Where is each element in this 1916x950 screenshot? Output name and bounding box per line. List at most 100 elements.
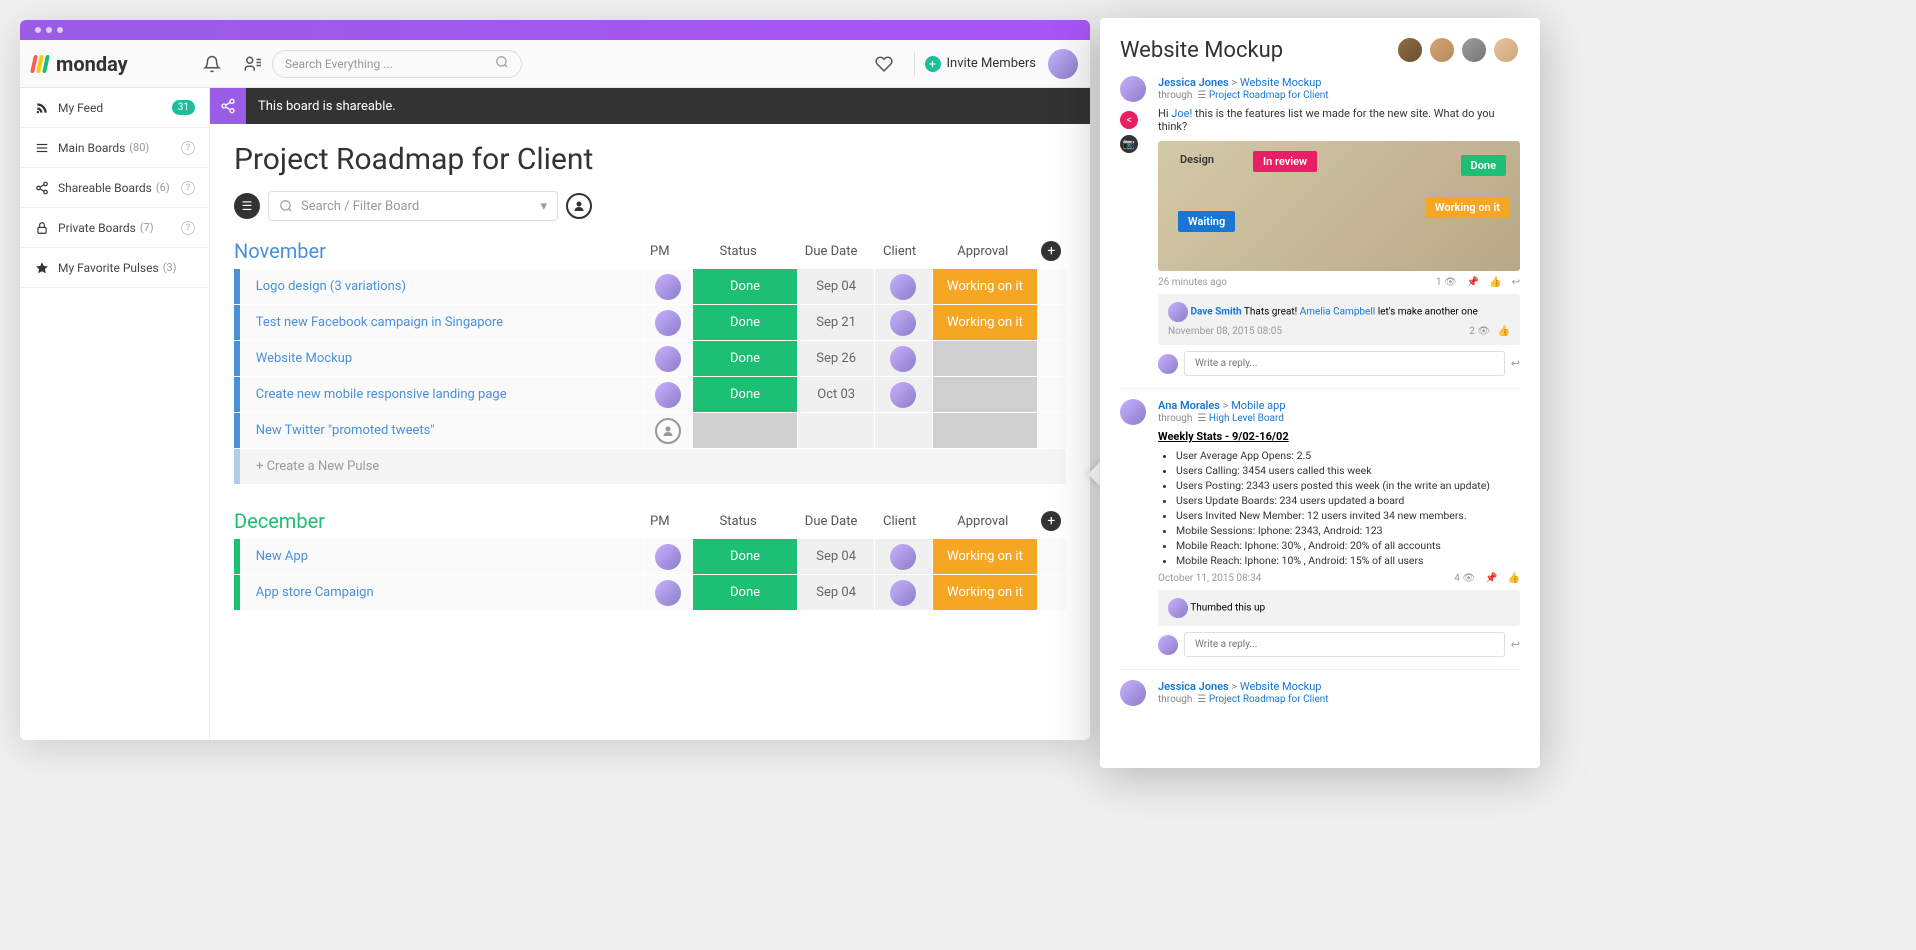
current-user-avatar[interactable] bbox=[1048, 49, 1078, 79]
pin-icon[interactable]: 📌 bbox=[1485, 573, 1497, 584]
pulse-name[interactable]: Create new mobile responsive landing pag… bbox=[240, 387, 644, 402]
sidebar-item[interactable]: Main Boards (80) ? bbox=[20, 128, 209, 168]
pm-avatar[interactable] bbox=[655, 544, 681, 570]
post-author[interactable]: Jessica Jones bbox=[1158, 680, 1229, 693]
status-cell[interactable] bbox=[692, 413, 798, 448]
post-author-avatar[interactable] bbox=[1120, 399, 1146, 425]
reply-input[interactable] bbox=[1184, 632, 1505, 657]
client-cell[interactable] bbox=[874, 305, 932, 340]
due-date-cell[interactable] bbox=[797, 413, 874, 448]
person-filter-button[interactable] bbox=[566, 193, 592, 219]
approval-cell[interactable] bbox=[932, 377, 1038, 412]
column-header-status[interactable]: Status bbox=[684, 244, 792, 259]
pm-avatar[interactable] bbox=[655, 346, 681, 372]
approval-cell[interactable]: Working on it bbox=[932, 575, 1038, 610]
due-date-cell[interactable]: Sep 04 bbox=[797, 539, 874, 574]
sidebar-item[interactable]: Shareable Boards (6) ? bbox=[20, 168, 209, 208]
camera-action-icon[interactable]: 📷 bbox=[1120, 135, 1138, 153]
pulse-row[interactable]: New App Done Sep 04 Working on it bbox=[234, 539, 1066, 575]
heart-icon[interactable] bbox=[872, 52, 896, 76]
share-action-icon[interactable]: < bbox=[1120, 111, 1138, 129]
pm-cell[interactable] bbox=[644, 413, 692, 448]
pm-avatar[interactable] bbox=[655, 310, 681, 336]
pulse-name[interactable]: New App bbox=[240, 549, 644, 564]
sidebar-item[interactable]: Private Boards (7) ? bbox=[20, 208, 209, 248]
post-target[interactable]: Website Mockup bbox=[1240, 76, 1322, 89]
people-icon[interactable] bbox=[240, 52, 264, 76]
pulse-row[interactable]: Create new mobile responsive landing pag… bbox=[234, 377, 1066, 413]
post-author-avatar[interactable] bbox=[1120, 680, 1146, 706]
due-date-cell[interactable]: Oct 03 bbox=[797, 377, 874, 412]
status-cell[interactable]: Done bbox=[692, 341, 798, 376]
status-cell[interactable]: Done bbox=[692, 539, 798, 574]
client-cell[interactable] bbox=[874, 413, 932, 448]
status-cell[interactable]: Done bbox=[692, 269, 798, 304]
column-header-approval[interactable]: Approval bbox=[929, 244, 1037, 259]
mention[interactable]: Amelia Campbell bbox=[1300, 307, 1376, 318]
pulse-row[interactable]: New Twitter "promoted tweets" bbox=[234, 413, 1066, 449]
post-target[interactable]: Mobile app bbox=[1231, 399, 1285, 412]
reply-input[interactable] bbox=[1184, 351, 1505, 376]
due-date-cell[interactable]: Sep 04 bbox=[797, 575, 874, 610]
column-header-pm[interactable]: PM bbox=[635, 244, 684, 259]
reply-send-icon[interactable]: ↩ bbox=[1511, 638, 1520, 651]
bell-icon[interactable] bbox=[200, 52, 224, 76]
new-pulse-row[interactable]: + Create a New Pulse bbox=[234, 449, 1066, 485]
status-cell[interactable]: Done bbox=[692, 377, 798, 412]
pulse-name[interactable]: Test new Facebook campaign in Singapore bbox=[240, 315, 644, 330]
reply-author[interactable]: Dave Smith bbox=[1190, 307, 1241, 318]
board-filter-input[interactable]: Search / Filter Board ▾ bbox=[268, 191, 558, 221]
client-cell[interactable] bbox=[874, 377, 932, 412]
global-search-input[interactable]: Search Everything ... bbox=[272, 50, 522, 78]
pulse-name[interactable]: Logo design (3 variations) bbox=[240, 279, 644, 294]
help-icon[interactable]: ? bbox=[181, 181, 195, 195]
approval-cell[interactable]: Working on it bbox=[932, 539, 1038, 574]
post-author-avatar[interactable] bbox=[1120, 76, 1146, 102]
sidebar-item[interactable]: My Favorite Pulses (3) bbox=[20, 248, 209, 288]
client-cell[interactable] bbox=[874, 341, 932, 376]
pm-cell[interactable] bbox=[644, 341, 692, 376]
pm-cell[interactable] bbox=[644, 539, 692, 574]
column-header-pm[interactable]: PM bbox=[635, 514, 684, 529]
approval-cell[interactable] bbox=[932, 341, 1038, 376]
column-header-client[interactable]: Client bbox=[870, 514, 929, 529]
pm-avatar[interactable] bbox=[655, 274, 681, 300]
column-header-due[interactable]: Due Date bbox=[792, 244, 870, 259]
due-date-cell[interactable]: Sep 26 bbox=[797, 341, 874, 376]
approval-cell[interactable]: Working on it bbox=[932, 269, 1038, 304]
pm-avatar[interactable] bbox=[655, 382, 681, 408]
pulse-row[interactable]: App store Campaign Done Sep 04 Working o… bbox=[234, 575, 1066, 611]
column-header-approval[interactable]: Approval bbox=[929, 514, 1037, 529]
post-attachment-image[interactable]: DesignIn reviewDoneWaitingWorking on it bbox=[1158, 141, 1520, 271]
client-cell[interactable] bbox=[874, 539, 932, 574]
like-icon[interactable]: 👍 bbox=[1508, 573, 1520, 584]
share-icon[interactable] bbox=[210, 88, 246, 124]
pulse-name[interactable]: App store Campaign bbox=[240, 585, 644, 600]
like-icon[interactable]: 👍 bbox=[1489, 277, 1501, 288]
add-column-button[interactable]: + bbox=[1037, 241, 1066, 261]
due-date-cell[interactable]: Sep 21 bbox=[797, 305, 874, 340]
post-target[interactable]: Website Mockup bbox=[1240, 680, 1322, 693]
pm-cell[interactable] bbox=[644, 269, 692, 304]
pulse-row[interactable]: Logo design (3 variations) Done Sep 04 W… bbox=[234, 269, 1066, 305]
pulse-name[interactable]: New Twitter "promoted tweets" bbox=[240, 423, 644, 438]
panel-members[interactable] bbox=[1396, 36, 1520, 64]
pm-cell[interactable] bbox=[644, 377, 692, 412]
reply-send-icon[interactable]: ↩ bbox=[1511, 357, 1520, 370]
column-header-due[interactable]: Due Date bbox=[792, 514, 870, 529]
pulse-row[interactable]: Test new Facebook campaign in Singapore … bbox=[234, 305, 1066, 341]
mention[interactable]: Joe! bbox=[1171, 107, 1192, 120]
client-cell[interactable] bbox=[874, 269, 932, 304]
status-cell[interactable]: Done bbox=[692, 575, 798, 610]
invite-members-button[interactable]: + Invite Members bbox=[925, 56, 1037, 72]
unassigned-avatar[interactable] bbox=[655, 418, 681, 444]
column-header-status[interactable]: Status bbox=[684, 514, 792, 529]
approval-cell[interactable] bbox=[932, 413, 1038, 448]
pulse-name[interactable]: Website Mockup bbox=[240, 351, 644, 366]
group-title[interactable]: November bbox=[234, 239, 635, 263]
post-author[interactable]: Jessica Jones bbox=[1158, 76, 1229, 89]
help-icon[interactable]: ? bbox=[181, 141, 195, 155]
logo[interactable]: monday bbox=[32, 52, 192, 76]
approval-cell[interactable]: Working on it bbox=[932, 305, 1038, 340]
column-header-client[interactable]: Client bbox=[870, 244, 929, 259]
